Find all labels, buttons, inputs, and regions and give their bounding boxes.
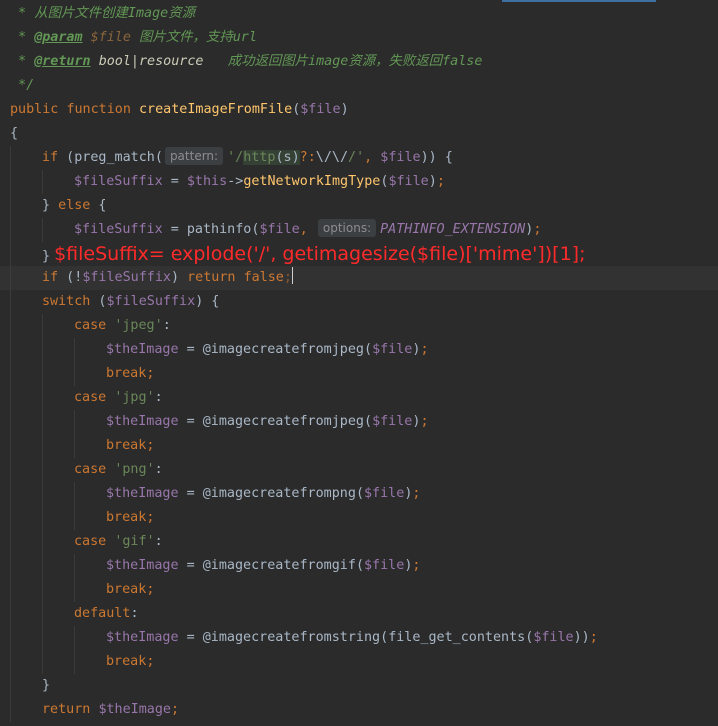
code-line-4[interactable]: */: [0, 74, 718, 98]
code-line-16[interactable]: break;: [0, 362, 718, 386]
code-line-5[interactable]: public function createImageFromFile($fil…: [0, 98, 718, 122]
code-line-9[interactable]: } else {: [0, 194, 718, 218]
code-line-27[interactable]: $theImage = @imagecreatefromstring(file_…: [0, 626, 718, 650]
function-name[interactable]: createImageFromFile: [139, 102, 292, 117]
code-line-11[interactable]: } $fileSuffix= explode('/', getimagesize(…: [0, 242, 718, 266]
code-line-30[interactable]: return $theImage;: [0, 698, 718, 722]
param-file[interactable]: $file: [300, 102, 340, 117]
code-line-22[interactable]: break;: [0, 506, 718, 530]
code-line-1[interactable]: * 从图片文件创建Image资源: [0, 2, 718, 26]
code-line-12-current[interactable]: if (!$fileSuffix) return false;: [0, 266, 718, 290]
doc-param-text: 图片文件，支持url: [130, 30, 257, 45]
doc-star: *: [10, 6, 35, 21]
red-annotation-text: $fileSuffix= explode('/', getimagesize($…: [54, 243, 586, 265]
doc-return-tag[interactable]: @return: [34, 54, 90, 69]
code-line-24[interactable]: $theImage = @imagecreatefromgif($file);: [0, 554, 718, 578]
code-line-8[interactable]: $fileSuffix = $this->getNetworkImgType($…: [0, 170, 718, 194]
code-line-28[interactable]: break;: [0, 650, 718, 674]
text-caret: [291, 267, 293, 284]
code-line-18[interactable]: $theImage = @imagecreatefromjpeg($file);: [0, 410, 718, 434]
code-line-26[interactable]: default:: [0, 602, 718, 626]
fn-pathinfo[interactable]: pathinfo: [187, 222, 252, 237]
code-line-17[interactable]: case 'jpg':: [0, 386, 718, 410]
param-hint-options: options:: [317, 219, 377, 237]
param-hint-pattern: pattern:: [164, 147, 224, 165]
doc-param-tag[interactable]: @param: [34, 30, 82, 45]
doc-return-type: bool|resource: [98, 54, 204, 69]
code-line-7[interactable]: if (preg_match(pattern: '/http(s)?:\/\//'…: [0, 146, 718, 170]
code-line-6[interactable]: {: [0, 122, 718, 146]
code-line-20[interactable]: case 'png':: [0, 458, 718, 482]
code-line-3[interactable]: * @return bool|resource 成功返回图片image资源，失败…: [0, 50, 718, 74]
code-line-13[interactable]: switch ($fileSuffix) {: [0, 290, 718, 314]
fn-preg-match[interactable]: preg_match: [74, 150, 155, 165]
open-brace: {: [10, 126, 19, 141]
keyword-public: public: [10, 102, 59, 117]
code-line-10[interactable]: $fileSuffix = pathinfo($file, options: PA…: [0, 218, 718, 242]
code-line-21[interactable]: $theImage = @imagecreatefrompng($file);: [0, 482, 718, 506]
keyword-function: function: [66, 102, 131, 117]
code-editor[interactable]: * 从图片文件创建Image资源 * @param $file 图片文件，支持u…: [0, 0, 718, 726]
code-line-25[interactable]: break;: [0, 578, 718, 602]
keyword-switch: switch: [42, 294, 91, 309]
doc-star: *: [10, 54, 35, 69]
code-line-19[interactable]: break;: [0, 434, 718, 458]
code-line-29[interactable]: }: [0, 674, 718, 698]
code-line-14[interactable]: case 'jpeg':: [0, 314, 718, 338]
code-line-23[interactable]: case 'gif':: [0, 530, 718, 554]
keyword-else: else: [58, 198, 91, 213]
code-line-15[interactable]: $theImage = @imagecreatefromjpeg($file);: [0, 338, 718, 362]
doc-param-var: $file: [90, 30, 131, 45]
doc-description: 从图片文件创建Image资源: [34, 6, 196, 21]
keyword-if: if: [42, 150, 59, 165]
const-pathinfo-extension: PATHINFO_EXTENSION: [380, 222, 526, 237]
method-get-network-img-type[interactable]: getNetworkImgType: [243, 174, 380, 189]
doc-star: *: [10, 30, 35, 45]
code-line-2[interactable]: * @param $file 图片文件，支持url: [0, 26, 718, 50]
doc-return-text: 成功返回图片image资源，失败返回false: [203, 54, 483, 69]
doc-close: */: [10, 78, 35, 93]
